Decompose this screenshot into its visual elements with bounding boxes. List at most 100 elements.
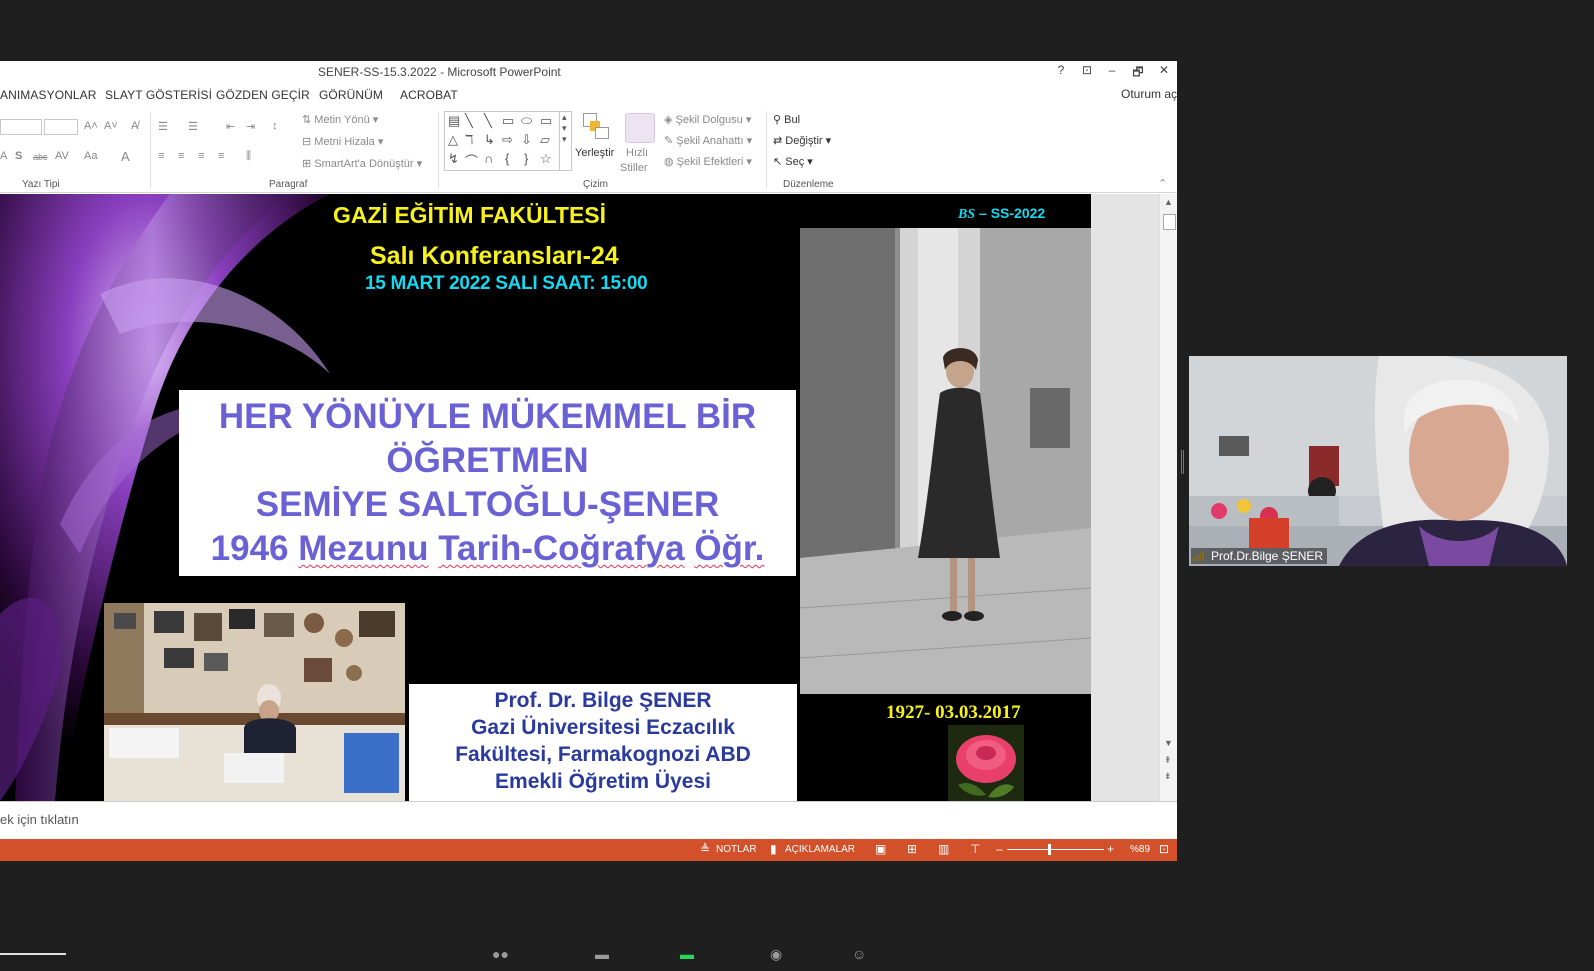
reading-view-icon[interactable]: ▥ — [938, 842, 949, 856]
office-photo[interactable] — [104, 603, 405, 801]
chat-icon[interactable]: ▬ — [595, 946, 609, 962]
curve-shape-icon[interactable]: ⌒ — [465, 151, 478, 170]
oval-shape-icon[interactable]: ⬭ — [521, 113, 532, 129]
freeform-shape-icon[interactable]: ↯ — [448, 151, 459, 167]
font-size-input[interactable] — [44, 119, 78, 135]
align-right-icon[interactable]: ≡ — [198, 150, 204, 162]
zoom-slider-thumb[interactable] — [1048, 844, 1051, 855]
scroll-up-icon[interactable]: ▲ — [1164, 197, 1173, 207]
next-slide-icon[interactable]: ⇟ — [1164, 771, 1172, 782]
quick-styles-button[interactable]: Hızlı — [626, 147, 648, 159]
smartart-button[interactable]: ⊞ SmartArt'a Dönüştür ▾ — [302, 157, 422, 170]
reactions-icon[interactable]: ☺ — [852, 946, 866, 962]
rose-image[interactable] — [948, 725, 1024, 801]
columns-icon[interactable]: ⫼ — [246, 150, 251, 163]
find-button[interactable]: ⚲ Bul — [773, 113, 800, 126]
justify-icon[interactable]: ≡ — [218, 150, 224, 162]
right-arrow-shape-icon[interactable]: ⇨ — [502, 132, 513, 148]
decrease-indent-icon[interactable]: ⇤ — [226, 120, 235, 133]
shape-fill-button[interactable]: ◈ Şekil Dolgusu ▾ — [664, 113, 751, 126]
strikethrough-icon[interactable]: abc — [33, 152, 48, 162]
shape-effects-button[interactable]: ◍ Şekil Efektleri ▾ — [664, 155, 752, 168]
vertical-scrollbar[interactable]: ▲ ▼ ⇞ ⇟ — [1159, 194, 1177, 801]
record-icon[interactable]: ◉ — [770, 946, 782, 963]
increase-indent-icon[interactable]: ⇥ — [246, 120, 255, 133]
main-title-box[interactable]: HER YÖNÜYLE MÜKEMMEL BİR ÖĞRETMEN SEMİYE… — [179, 390, 796, 576]
align-left-icon[interactable]: ≡ — [158, 150, 164, 162]
line-spacing-icon[interactable]: ↕ — [272, 120, 278, 132]
quick-styles-icon[interactable] — [625, 113, 655, 143]
arrange-button[interactable]: Yerleştir — [575, 147, 614, 159]
shape-outline-button[interactable]: ✎ Şekil Anahattı ▾ — [664, 134, 752, 147]
presenter-info-box[interactable]: Prof. Dr. Bilge ŞENER Gazi Üniversitesi … — [409, 684, 797, 801]
font-size-box[interactable] — [0, 119, 42, 135]
align-text-button[interactable]: ⊟ Metni Hizala ▾ — [302, 135, 383, 148]
comments-toggle[interactable]: AÇIKLAMALAR — [785, 844, 855, 855]
collapse-ribbon-icon[interactable]: ⌃ — [1158, 177, 1167, 190]
restore-button[interactable]: 🗗 — [1127, 63, 1149, 84]
notes-pane[interactable]: ek için tıklatın — [0, 801, 1177, 839]
fit-slide-icon[interactable]: ⊡ — [1159, 842, 1169, 856]
elbow-connector-shape-icon[interactable]: ↳ — [484, 132, 495, 148]
clear-format-icon[interactable]: A̸ — [131, 120, 138, 132]
text-direction-button[interactable]: ⇅ Metin Yönü ▾ — [302, 113, 378, 126]
change-case-icon[interactable]: Aa — [84, 150, 97, 162]
shadow-icon[interactable]: S — [15, 150, 22, 162]
connector-shape-icon[interactable]: ℸ — [465, 132, 473, 148]
slideshow-icon[interactable]: ⊤ — [970, 842, 980, 856]
notes-icon[interactable]: ≜ — [700, 842, 710, 856]
rounded-rect-shape-icon[interactable]: ▭ — [540, 113, 552, 129]
panel-resize-handle[interactable] — [1181, 450, 1184, 474]
flowchart-shape-icon[interactable]: ▱ — [540, 132, 550, 148]
italic-icon[interactable]: A — [0, 150, 7, 162]
notes-toggle[interactable]: NOTLAR — [716, 844, 757, 855]
more-shapes-icon[interactable]: ▴ ▾ ▾ — [559, 112, 567, 170]
slide[interactable]: GAZİ EĞİTİM FAKÜLTESİ BS – SS-2022 Salı … — [0, 194, 1091, 801]
font-color-icon[interactable]: A — [121, 149, 130, 164]
shrink-font-icon[interactable]: A˅ — [104, 120, 118, 132]
zoom-level[interactable]: %89 — [1130, 844, 1150, 855]
zoom-slider-track[interactable] — [1007, 849, 1104, 850]
triangle-shape-icon[interactable]: △ — [448, 132, 458, 148]
arc-shape-icon[interactable]: ∩ — [484, 151, 493, 166]
minimize-button[interactable]: – — [1101, 63, 1123, 77]
sign-in-link[interactable]: Oturum aç — [1121, 87, 1177, 101]
replace-button[interactable]: ⇄ Değiştir ▾ — [773, 134, 831, 147]
zoom-in-icon[interactable]: + — [1107, 842, 1114, 856]
scroll-thumb[interactable] — [1163, 214, 1176, 230]
slide-sorter-icon[interactable]: ⊞ — [907, 842, 917, 856]
tab-review[interactable]: GÖZDEN GEÇİR — [216, 88, 310, 102]
arrange-icon[interactable] — [583, 113, 609, 139]
shapes-gallery[interactable]: ▤ ╲ ╲ ▭ ⬭ ▭ △ ℸ ↳ ⇨ ⇩ ▱ ↯ ⌒ ∩ { } ☆ ▴ ▾ ▾ — [444, 111, 572, 171]
align-center-icon[interactable]: ≡ — [178, 150, 184, 162]
tab-view[interactable]: GÖRÜNÜM — [319, 88, 383, 102]
right-brace-shape-icon[interactable]: } — [524, 151, 528, 166]
help-button[interactable]: ? — [1050, 63, 1072, 77]
textbox-shape-icon[interactable]: ▤ — [448, 113, 460, 129]
left-brace-shape-icon[interactable]: { — [505, 151, 509, 166]
share-screen-icon[interactable]: ▬ — [680, 946, 694, 962]
star-shape-icon[interactable]: ☆ — [540, 151, 552, 167]
rectangle-shape-icon[interactable]: ▭ — [502, 113, 514, 129]
close-button[interactable]: ✕ — [1153, 63, 1175, 77]
tab-animations[interactable]: ANIMASYONLAR — [0, 88, 97, 102]
line-shape-icon[interactable]: ╲ — [465, 113, 473, 129]
normal-view-icon[interactable]: ▣ — [875, 842, 886, 856]
grow-font-icon[interactable]: A˄ — [84, 120, 98, 132]
comments-icon[interactable]: ▮ — [770, 842, 777, 856]
participants-icon[interactable]: ●● — [492, 946, 509, 962]
select-button[interactable]: ↖ Seç ▾ — [773, 155, 813, 168]
tab-acrobat[interactable]: ACROBAT — [400, 88, 458, 102]
scroll-down-icon[interactable]: ▼ — [1164, 738, 1173, 748]
tab-slide-show[interactable]: SLAYT GÖSTERİSİ — [105, 88, 212, 102]
quick-styles-button-line2[interactable]: Stiller — [620, 162, 648, 174]
ribbon-display-options-button[interactable]: ⊡ — [1076, 63, 1098, 77]
participant-video[interactable]: Prof.Dr.Bilge ŞENER — [1189, 356, 1567, 566]
char-spacing-icon[interactable]: AV — [55, 150, 69, 162]
previous-slide-icon[interactable]: ⇞ — [1164, 755, 1172, 766]
down-arrow-shape-icon[interactable]: ⇩ — [521, 132, 532, 148]
numbering-icon[interactable]: ☰ — [188, 120, 198, 133]
bullets-icon[interactable]: ☰ — [158, 120, 168, 133]
zoom-out-icon[interactable]: – — [996, 842, 1003, 856]
historical-photo[interactable] — [800, 228, 1091, 694]
